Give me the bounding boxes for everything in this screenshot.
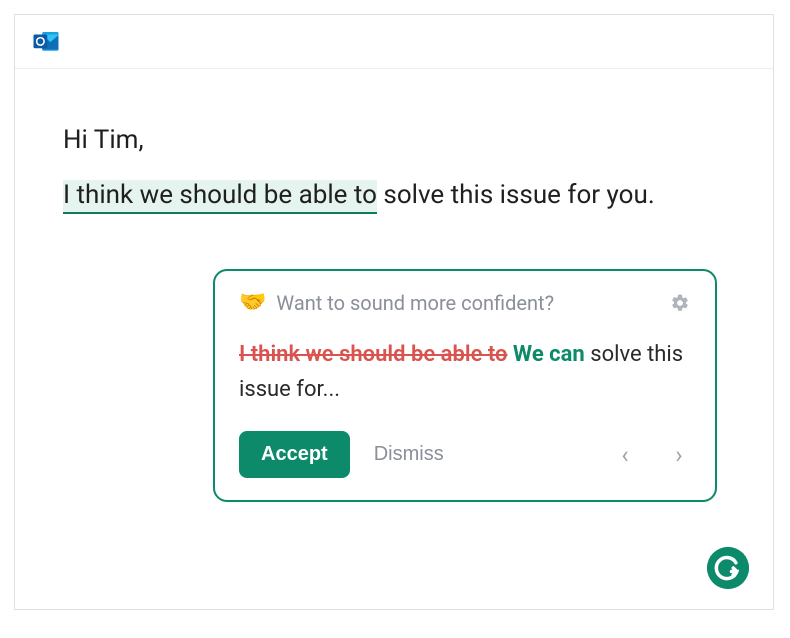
sentence-rest: solve this issue for you.: [377, 180, 655, 210]
greeting-line: Hi Tim,: [63, 121, 725, 160]
card-actions: Accept Dismiss ‹ ›: [239, 431, 691, 478]
suggestion-body: I think we should be able to We can solv…: [239, 337, 691, 407]
gear-icon[interactable]: [669, 292, 691, 314]
handshake-icon: 🤝: [239, 292, 266, 314]
next-suggestion-button[interactable]: ›: [667, 441, 691, 469]
replacement-text: We can: [507, 342, 584, 367]
app-header: [15, 15, 773, 69]
compose-window: Hi Tim, I think we should be able to sol…: [14, 14, 774, 610]
accept-button[interactable]: Accept: [239, 431, 350, 478]
prev-suggestion-button[interactable]: ‹: [613, 441, 637, 469]
card-header-left: 🤝 Want to sound more confident?: [239, 291, 554, 315]
highlighted-phrase[interactable]: I think we should be able to: [63, 180, 377, 214]
email-body[interactable]: Hi Tim, I think we should be able to sol…: [15, 69, 773, 215]
sentence-line: I think we should be able to solve this …: [63, 176, 725, 215]
outlook-icon: [29, 27, 63, 57]
nav-arrows: ‹ ›: [613, 441, 691, 469]
strike-text: I think we should be able to: [239, 342, 507, 367]
card-header: 🤝 Want to sound more confident?: [239, 291, 691, 315]
dismiss-button[interactable]: Dismiss: [374, 443, 444, 466]
suggestion-card: 🤝 Want to sound more confident? I think …: [213, 269, 717, 502]
grammarly-icon[interactable]: [707, 547, 749, 589]
left-actions: Accept Dismiss: [239, 431, 444, 478]
confidence-prompt: Want to sound more confident?: [276, 291, 554, 315]
